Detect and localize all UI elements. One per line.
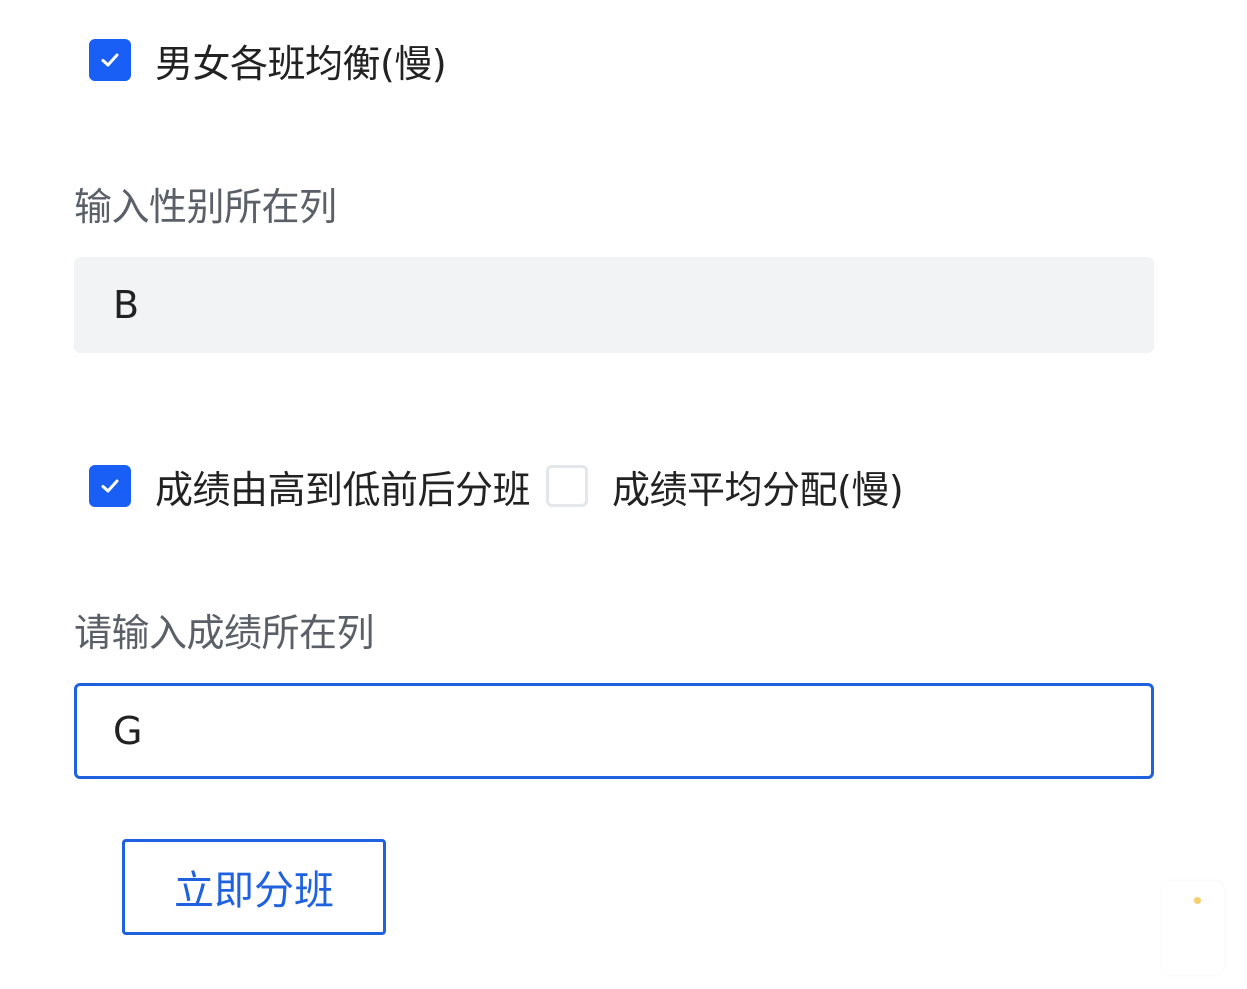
gender-column-input[interactable]: [74, 257, 1154, 353]
gender-balance-checkbox[interactable]: [89, 39, 131, 81]
score-column-input[interactable]: [74, 683, 1154, 779]
score-high-to-low-checkbox[interactable]: [89, 465, 131, 507]
gender-balance-label: 男女各班均衡(慢): [155, 41, 447, 86]
score-average-checkbox[interactable]: [546, 465, 589, 507]
score-column-label: 请输入成绩所在列: [74, 611, 375, 655]
notification-dot-icon: [1194, 897, 1201, 904]
gender-column-label: 输入性别所在列: [74, 185, 337, 229]
checkmark-icon: [101, 479, 119, 493]
score-average-label: 成绩平均分配(慢): [612, 467, 904, 512]
checkmark-icon: [101, 53, 119, 67]
score-high-to-low-label: 成绩由高到低前后分班: [155, 467, 531, 512]
gender-balance-row[interactable]: 男女各班均衡(慢): [89, 30, 447, 90]
assign-classes-button[interactable]: 立即分班: [122, 839, 386, 935]
score-mode-row: 成绩由高到低前后分班 成绩平均分配(慢): [89, 456, 904, 516]
floating-widget[interactable]: [1162, 882, 1224, 974]
